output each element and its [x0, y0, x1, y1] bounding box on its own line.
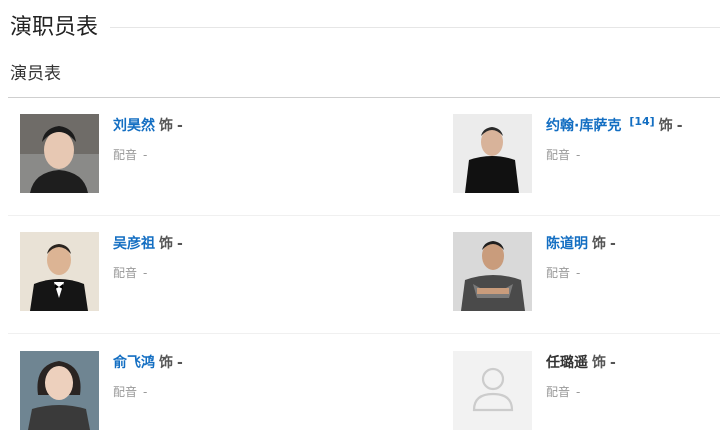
section-title: 演职员表: [10, 15, 99, 40]
row-divider: [8, 215, 720, 216]
role-label: 饰: [159, 236, 173, 252]
role-value: -: [177, 355, 183, 371]
section-divider: [110, 27, 720, 28]
role-value: -: [610, 355, 616, 371]
dub-line: 配音 -: [113, 264, 147, 282]
actor-photo[interactable]: [453, 232, 532, 311]
dub-value: -: [576, 148, 581, 162]
cast-item: 任璐遥饰 - 配音 -: [453, 351, 720, 431]
dub-line: 配音 -: [113, 146, 147, 164]
actor-line: 刘昊然饰 -: [113, 116, 183, 136]
role-value: -: [676, 118, 683, 134]
role-value: -: [610, 236, 616, 252]
subsection-divider: [8, 97, 720, 98]
role-value: -: [177, 236, 183, 252]
actor-photo[interactable]: [20, 114, 99, 193]
dub-label: 配音: [546, 266, 571, 280]
actor-name-link[interactable]: 俞飞鸿: [113, 355, 155, 371]
actor-line: 任璐遥饰 -: [546, 353, 616, 373]
actor-name-link[interactable]: 吴彦祖: [113, 236, 155, 252]
actor-name-link[interactable]: 约翰·库萨克: [546, 118, 621, 134]
role-label: 饰: [159, 355, 173, 371]
actor-line: 陈道明饰 -: [546, 234, 616, 254]
citation-ref-link[interactable]: [14]: [629, 115, 654, 128]
subsection-title: 演员表: [10, 64, 61, 84]
actor-photo-placeholder: [453, 351, 532, 430]
role-label: 饰: [159, 118, 173, 134]
actor-line: 约翰·库萨克 [14] 饰 -: [546, 115, 683, 137]
person-placeholder-icon: [471, 366, 515, 416]
actor-photo[interactable]: [20, 232, 99, 311]
actor-photo[interactable]: [20, 351, 99, 430]
cast-item: 刘昊然饰 - 配音 -: [20, 114, 310, 194]
dub-label: 配音: [113, 148, 138, 162]
actor-name-link[interactable]: 刘昊然: [113, 118, 155, 134]
dub-value: -: [143, 148, 148, 162]
dub-value: -: [576, 385, 581, 399]
dub-label: 配音: [113, 385, 138, 399]
dub-line: 配音 -: [546, 264, 580, 282]
cast-item: 吴彦祖饰 - 配音 -: [20, 232, 310, 312]
dub-line: 配音 -: [546, 383, 580, 401]
dub-value: -: [143, 266, 148, 280]
dub-value: -: [576, 266, 581, 280]
role-label: 饰: [592, 355, 606, 371]
dub-label: 配音: [546, 385, 571, 399]
actor-name-link[interactable]: 陈道明: [546, 236, 588, 252]
role-label: 饰: [658, 118, 673, 134]
dub-label: 配音: [546, 148, 571, 162]
actor-name: 任璐遥: [546, 355, 588, 371]
actor-line: 吴彦祖饰 -: [113, 234, 183, 254]
cast-item: 俞飞鸿饰 - 配音 -: [20, 351, 310, 431]
cast-item: 陈道明饰 - 配音 -: [453, 232, 720, 312]
dub-label: 配音: [113, 266, 138, 280]
actor-line: 俞飞鸿饰 -: [113, 353, 183, 373]
dub-value: -: [143, 385, 148, 399]
section-header: 演职员表: [8, 14, 720, 42]
dub-line: 配音 -: [546, 146, 580, 164]
cast-item: 约翰·库萨克 [14] 饰 - 配音 -: [453, 114, 720, 194]
row-divider: [8, 333, 720, 334]
dub-line: 配音 -: [113, 383, 147, 401]
actor-photo[interactable]: [453, 114, 532, 193]
role-value: -: [177, 118, 183, 134]
role-label: 饰: [592, 236, 606, 252]
